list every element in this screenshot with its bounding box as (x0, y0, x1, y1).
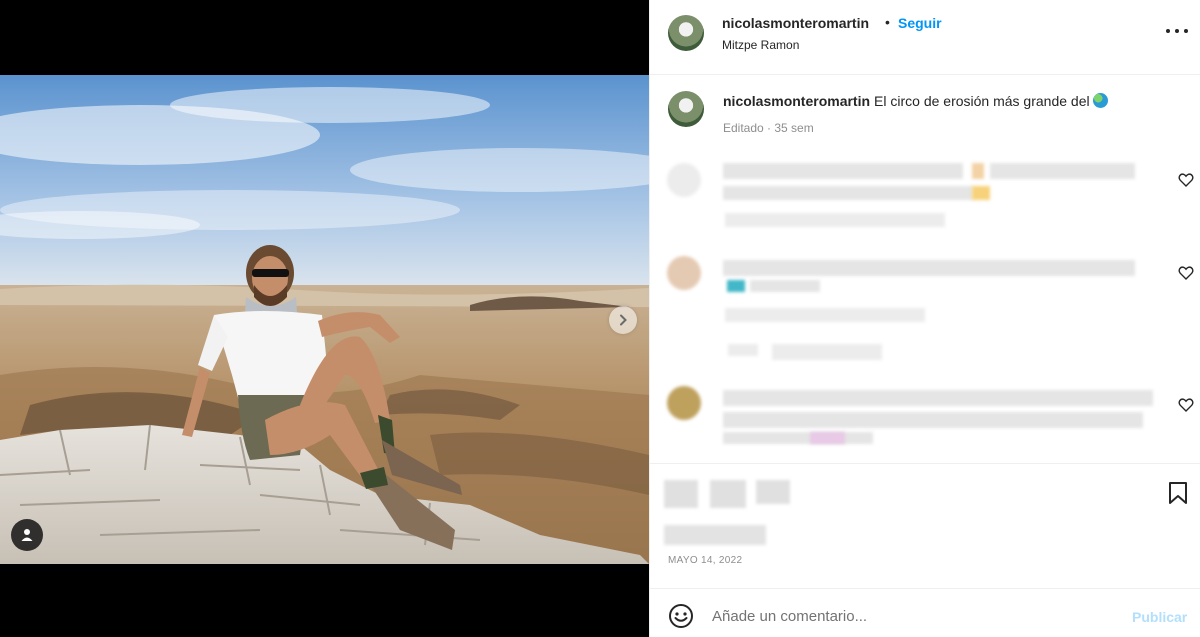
post-media-pane (0, 0, 649, 637)
post-photo[interactable] (0, 75, 649, 564)
comment-text-redacted (723, 432, 873, 444)
user-tag-icon (21, 529, 33, 541)
comment-text-redacted (723, 163, 963, 179)
author-username[interactable]: nicolasmonteromartin (722, 15, 869, 31)
comment-text-redacted (990, 163, 1135, 179)
comment-text-redacted (723, 412, 1143, 428)
next-photo-button[interactable] (609, 306, 637, 334)
post-side-pane: nicolasmonteromartin • Seguir Mitzpe Ram… (649, 0, 1200, 637)
author-avatar[interactable] (668, 15, 704, 51)
header-separator: • (885, 14, 890, 30)
more-options-icon[interactable] (1166, 21, 1188, 41)
globe-emoji-icon (1093, 93, 1109, 108)
likes-count-redacted[interactable] (664, 525, 766, 545)
bookmark-icon[interactable] (1167, 481, 1189, 505)
caption-meta: Editado · 35 sem (723, 121, 814, 135)
comment-meta-redacted (728, 344, 758, 356)
add-comment-bar: Publicar (650, 588, 1200, 637)
publish-button[interactable]: Publicar (1132, 609, 1187, 625)
comment-meta-redacted (725, 308, 925, 322)
instagram-post-view: nicolasmonteromartin • Seguir Mitzpe Ram… (0, 0, 1200, 637)
follow-button[interactable]: Seguir (898, 15, 942, 31)
chevron-right-icon (620, 314, 627, 326)
comment-emoji-redacted (972, 186, 990, 200)
tagged-users-button[interactable] (11, 519, 43, 551)
caption-username[interactable]: nicolasmonteromartin (723, 93, 870, 109)
heart-icon[interactable] (1178, 172, 1194, 188)
caption-avatar[interactable] (668, 91, 704, 127)
heart-icon[interactable] (1178, 265, 1194, 281)
comment-meta-redacted (725, 213, 945, 227)
post-location[interactable]: Mitzpe Ramon (722, 38, 799, 52)
comment-avatar[interactable] (667, 386, 701, 420)
comment-input[interactable] (712, 601, 1112, 631)
share-button-redacted[interactable] (756, 480, 790, 504)
comment-emoji-redacted (810, 432, 845, 444)
comment-text-redacted (723, 260, 1135, 276)
comment-text-redacted (723, 390, 1153, 406)
post-header: nicolasmonteromartin • Seguir Mitzpe Ram… (650, 0, 1200, 75)
comment-text-redacted (723, 186, 973, 200)
comment-avatar[interactable] (667, 163, 701, 197)
post-date: MAYO 14, 2022 (668, 555, 743, 566)
comment-text-redacted (750, 280, 820, 292)
heart-icon[interactable] (1178, 397, 1194, 413)
comment-avatar[interactable] (667, 256, 701, 290)
smiley-icon[interactable] (668, 603, 694, 629)
like-button-redacted[interactable] (664, 480, 698, 508)
comment-emoji-redacted (727, 280, 745, 292)
caption-text: El circo de erosión más grande del (874, 93, 1090, 109)
comment-emoji-redacted (972, 163, 984, 179)
post-caption: nicolasmonteromartin El circo de erosión … (723, 93, 1183, 109)
actions-separator (650, 463, 1200, 464)
comment-button-redacted[interactable] (710, 480, 746, 508)
view-replies-redacted[interactable] (772, 344, 882, 360)
